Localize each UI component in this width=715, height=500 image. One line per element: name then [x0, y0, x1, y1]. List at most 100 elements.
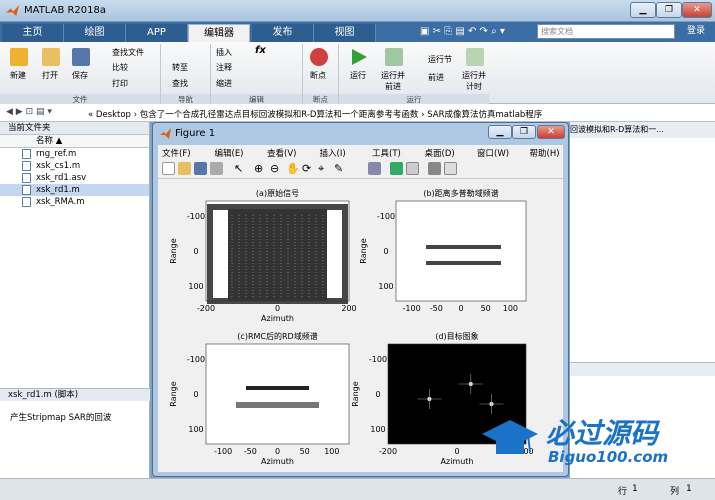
breakpoint-button[interactable]: 断点: [310, 70, 326, 81]
figure-menu-item[interactable]: 文件(F): [162, 147, 191, 159]
save-icon[interactable]: [72, 48, 90, 66]
watermark-text: 必过源码: [546, 417, 659, 450]
tab-view[interactable]: 视图: [314, 24, 376, 42]
run-button[interactable]: 运行: [350, 70, 366, 81]
figure-menu-item[interactable]: 帮助(H): [530, 147, 560, 159]
figure-menu-item[interactable]: 窗口(W): [477, 147, 509, 159]
new-icon[interactable]: [10, 48, 28, 66]
goto-button[interactable]: 转至: [172, 62, 188, 73]
save-button[interactable]: 保存: [72, 70, 88, 81]
y-tick-label: 100: [188, 425, 203, 434]
open-file-icon[interactable]: [178, 162, 191, 175]
y-tick-label: 100: [188, 282, 203, 291]
minimize-button[interactable]: ▁: [630, 2, 656, 18]
figure-logo-icon: [160, 128, 171, 139]
run-time-button[interactable]: 运行并 计时: [462, 70, 486, 92]
close-button[interactable]: ✕: [682, 2, 712, 18]
print-button[interactable]: 打印: [112, 78, 128, 89]
nav-arrows-icon[interactable]: ◀ ▶ ⊡ ▤ ▾: [6, 107, 52, 117]
y-tick-label: -100: [369, 355, 387, 364]
group-navigate: 导航: [161, 94, 210, 104]
insert-button[interactable]: 插入: [216, 47, 232, 58]
data-cursor-icon[interactable]: ⌖: [318, 162, 331, 175]
figure-menu-item[interactable]: 查看(V): [267, 147, 296, 159]
figure-close-button[interactable]: ✕: [537, 125, 565, 139]
figure-menu-item[interactable]: 插入(I): [320, 147, 346, 159]
run-icon[interactable]: [350, 48, 368, 66]
tab-home[interactable]: 主页: [2, 24, 64, 42]
figure-toolbar: ↖ ⊕ ⊖ ✋ ⟳ ⌖ ✎: [158, 159, 563, 179]
open-folder-icon[interactable]: [42, 48, 60, 66]
file-item[interactable]: xsk_rd1.asv: [0, 172, 149, 184]
current-folder-panel: 当前文件夹 名称 ▲ rng_ref.m xsk_cs1.m xsk_rd1.asv…: [0, 122, 150, 492]
legend-icon[interactable]: [406, 162, 419, 175]
rmc-line-2: [236, 402, 319, 408]
find-button[interactable]: 查找: [172, 78, 188, 89]
tab-apps[interactable]: APP: [126, 24, 188, 42]
group-edit: 编辑: [211, 94, 302, 104]
open-button[interactable]: 打开: [42, 70, 58, 81]
file-item[interactable]: xsk_rd1.m: [0, 184, 149, 196]
y-axis-label: Range: [359, 238, 368, 263]
editor-tab-text[interactable]: 回波模拟和R-D算法和一...: [570, 122, 715, 138]
new-button[interactable]: 新建: [10, 70, 26, 81]
file-item[interactable]: xsk_RMA.m: [0, 196, 149, 208]
search-input[interactable]: 搜索文档: [537, 24, 675, 39]
tab-publish[interactable]: 发布: [252, 24, 314, 42]
pan-icon[interactable]: ✋: [286, 162, 300, 175]
figure-menu-item[interactable]: 工具(T): [372, 147, 401, 159]
current-folder-title: 当前文件夹: [0, 122, 149, 135]
col-label: 列: [670, 487, 680, 497]
address-bar[interactable]: ◀ ▶ ⊡ ▤ ▾ « Desktop › 包含了一个合成孔径雷达点目标回波模拟…: [0, 104, 715, 122]
print-figure-icon[interactable]: [210, 162, 223, 175]
figure-menu-item[interactable]: 桌面(D): [425, 147, 455, 159]
x-tick-label: -50: [244, 447, 257, 456]
zoom-in-icon[interactable]: ⊕: [254, 162, 267, 175]
file-item[interactable]: xsk_cs1.m: [0, 160, 149, 172]
colorbar-icon[interactable]: [390, 162, 403, 175]
pointer-icon[interactable]: ↖: [234, 162, 247, 175]
figure-menu-item[interactable]: 编辑(E): [215, 147, 244, 159]
find-file-button[interactable]: 查找文件: [112, 47, 144, 58]
advance-button[interactable]: 前进: [428, 72, 444, 83]
breakpoint-icon[interactable]: [310, 48, 328, 66]
new-figure-icon[interactable]: [162, 162, 175, 175]
quick-access-toolbar[interactable]: ▣ ✂ ⎘ ▤ ↶ ↷ ⌕ ▾: [420, 26, 505, 37]
m-file-icon: [22, 149, 31, 159]
command-window-header: [570, 362, 715, 376]
watermark-logo-icon: [482, 420, 538, 454]
restore-button[interactable]: ❐: [656, 2, 682, 18]
indent-button[interactable]: 缩进: [216, 78, 232, 89]
brush-icon[interactable]: ✎: [334, 162, 347, 175]
run-time-icon[interactable]: [466, 48, 484, 66]
run-section-button[interactable]: 运行节: [428, 54, 452, 65]
save-figure-icon[interactable]: [194, 162, 207, 175]
login-button[interactable]: 登录: [680, 24, 712, 39]
current-path[interactable]: « Desktop › 包含了一个合成孔径雷达点目标回波模拟和R-D算法和一个距…: [88, 108, 542, 120]
file-name: rng_ref.m: [36, 149, 77, 159]
compare-button[interactable]: 比较: [112, 62, 128, 73]
plot-axes: [395, 200, 527, 302]
zoom-out-icon[interactable]: ⊖: [270, 162, 283, 175]
comment-button[interactable]: 注释: [216, 62, 232, 73]
hide-tools-icon[interactable]: [428, 162, 441, 175]
tab-plots[interactable]: 绘图: [64, 24, 126, 42]
name-column-header[interactable]: 名称 ▲: [0, 135, 149, 148]
figure-restore-button[interactable]: ❐: [512, 125, 536, 139]
rotate-icon[interactable]: ⟳: [302, 162, 315, 175]
fx-button[interactable]: fx: [255, 45, 266, 56]
tab-editor[interactable]: 编辑器: [188, 24, 250, 42]
link-icon[interactable]: [368, 162, 381, 175]
matlab-logo-icon: [5, 4, 20, 17]
x-tick-label: 0: [458, 304, 463, 313]
run-advance-icon[interactable]: [385, 48, 403, 66]
col-value: 1: [686, 484, 692, 494]
show-tools-icon[interactable]: [444, 162, 457, 175]
x-tick-label: -50: [430, 304, 443, 313]
y-axis-label: Range: [169, 238, 178, 263]
run-advance-button[interactable]: 运行并 前进: [381, 70, 405, 92]
file-item[interactable]: rng_ref.m: [0, 148, 149, 160]
figure-minimize-button[interactable]: ▁: [488, 125, 512, 139]
group-breakpoints: 断点: [303, 94, 338, 104]
x-tick-label: -100: [403, 304, 421, 313]
